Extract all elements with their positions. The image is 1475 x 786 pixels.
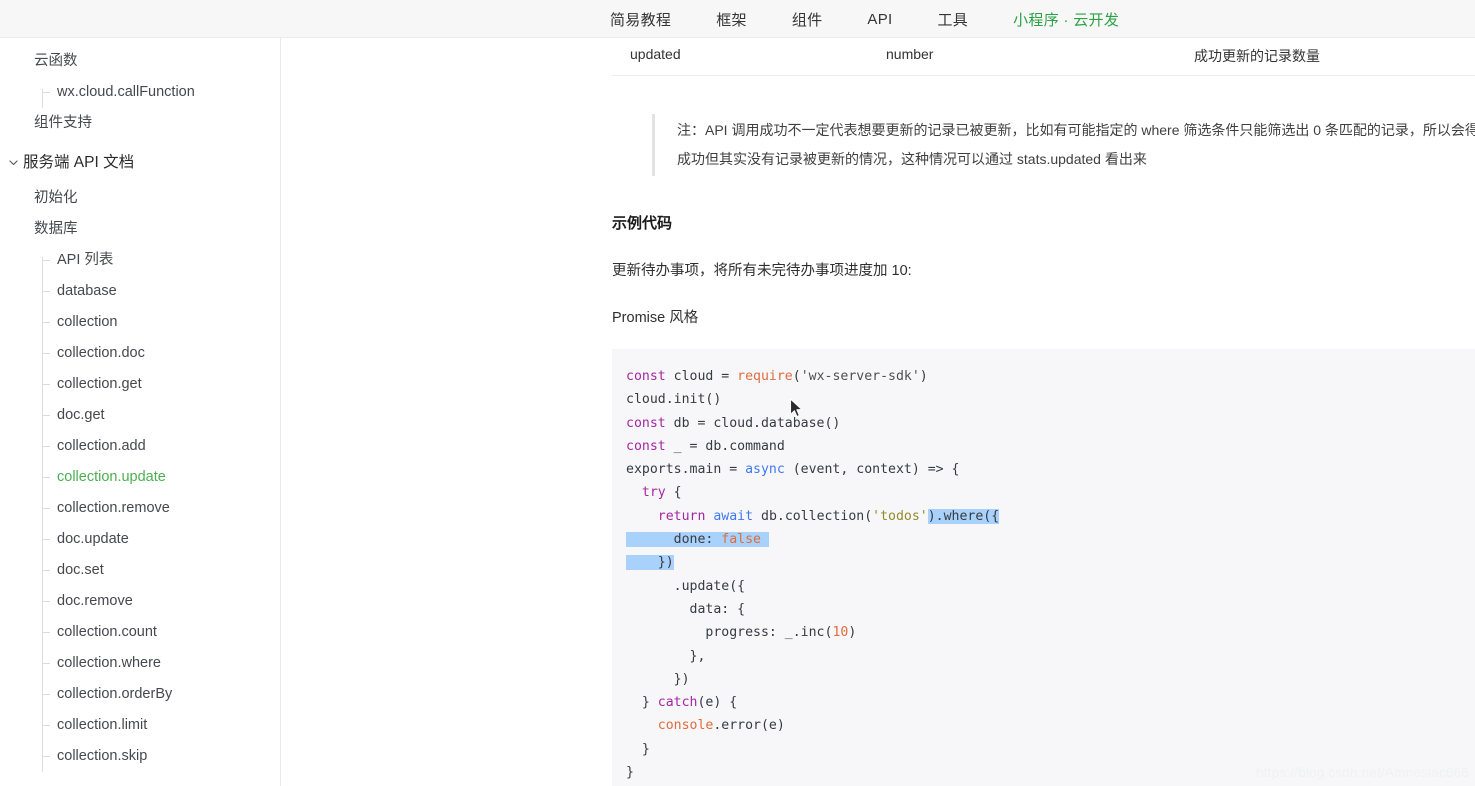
sidebar-item-label: collection.count bbox=[57, 624, 157, 640]
nav-item-api[interactable]: API bbox=[867, 11, 892, 28]
sidebar-item-wx-cloud-callfunction[interactable]: wx.cloud.callFunction bbox=[0, 77, 280, 108]
sidebar-item-doc-set[interactable]: doc.set bbox=[0, 555, 280, 586]
note-line-2: 成功但其实没有记录被更新的情况，这种情况可以通过 stats.updated 看… bbox=[677, 151, 1147, 167]
code-content[interactable]: const cloud = require('wx-server-sdk') c… bbox=[626, 365, 1475, 784]
nav-item-tools[interactable]: 工具 bbox=[938, 9, 969, 30]
return-value-table: updated number 成功更新的记录数量 bbox=[612, 38, 1475, 76]
paragraph-promise-style: Promise 风格 bbox=[612, 310, 699, 326]
sidebar-item-collection-add[interactable]: collection.add bbox=[0, 431, 280, 462]
sidebar-item-label: collection.get bbox=[57, 376, 142, 392]
code-block[interactable]: const cloud = require('wx-server-sdk') c… bbox=[612, 349, 1475, 786]
sidebar-item-label: collection.doc bbox=[57, 345, 145, 361]
sidebar-item-collection[interactable]: collection bbox=[0, 307, 280, 338]
sidebar-item-label: doc.set bbox=[57, 562, 104, 578]
sidebar-item-label: collection.where bbox=[57, 655, 161, 671]
sidebar-item-collection-get[interactable]: collection.get bbox=[0, 369, 280, 400]
table-cell-type: number bbox=[868, 38, 1176, 76]
top-navigation: 简易教程 框架 组件 API 工具 小程序 · 云开发 bbox=[610, 0, 1119, 38]
sidebar-item-label: collection.orderBy bbox=[57, 686, 173, 702]
sidebar-item-label: 云函数 bbox=[34, 53, 78, 69]
section-heading-sample-code: 示例代码 bbox=[612, 215, 673, 232]
sidebar-item-doc-update[interactable]: doc.update bbox=[0, 524, 280, 555]
nav-item-framework[interactable]: 框架 bbox=[716, 9, 747, 30]
sidebar-item-collection-orderby[interactable]: collection.orderBy bbox=[0, 679, 280, 710]
doc-article: updated number 成功更新的记录数量 注：API 调用成功不一定代表… bbox=[612, 38, 1475, 786]
sidebar-item-label: doc.get bbox=[57, 407, 105, 423]
table-cell-description: 成功更新的记录数量 bbox=[1176, 38, 1475, 76]
sidebar-item-collection-limit[interactable]: collection.limit bbox=[0, 710, 280, 741]
sidebar-item-label: 组件支持 bbox=[34, 115, 92, 131]
table-cell-field: updated bbox=[612, 38, 868, 76]
sidebar-item-collection-skip[interactable]: collection.skip bbox=[0, 741, 280, 772]
note-line-1: 注：API 调用成功不一定代表想要更新的记录已被更新，比如有可能指定的 wher… bbox=[677, 122, 1475, 138]
nav-item-cloud-dev[interactable]: 小程序 · 云开发 bbox=[1013, 9, 1119, 30]
sidebar-item-label: collection.add bbox=[57, 438, 146, 454]
sidebar-item-database-api[interactable]: database bbox=[0, 276, 280, 307]
sidebar-item-label: 数据库 bbox=[34, 221, 78, 237]
note-blockquote: 注：API 调用成功不一定代表想要更新的记录已被更新，比如有可能指定的 wher… bbox=[652, 114, 1475, 176]
sidebar-item-api-list[interactable]: API 列表 bbox=[0, 245, 280, 276]
sidebar-item-label: collection.limit bbox=[57, 717, 148, 733]
sidebar-item-database[interactable]: 数据库 bbox=[0, 214, 280, 245]
sidebar-item-doc-get[interactable]: doc.get bbox=[0, 400, 280, 431]
chevron-down-icon bbox=[7, 147, 19, 178]
sidebar-item-cloud-function[interactable]: 云函数 bbox=[0, 46, 280, 77]
main-content: updated number 成功更新的记录数量 注：API 调用成功不一定代表… bbox=[282, 38, 1475, 786]
sidebar-item-component-support[interactable]: 组件支持 bbox=[0, 108, 280, 139]
sidebar-item-collection-doc[interactable]: collection.doc bbox=[0, 338, 280, 369]
sidebar-item-label: 初始化 bbox=[34, 190, 78, 206]
nav-item-components[interactable]: 组件 bbox=[792, 9, 823, 30]
sidebar-item-collection-update[interactable]: collection.update bbox=[0, 462, 280, 493]
sidebar-item-label: collection.skip bbox=[57, 748, 148, 764]
sidebar-item-label: doc.update bbox=[57, 531, 129, 547]
sidebar-item-label: collection.remove bbox=[57, 500, 170, 516]
top-header-bar: 简易教程 框架 组件 API 工具 小程序 · 云开发 bbox=[0, 0, 1475, 38]
sidebar-item-collection-count[interactable]: collection.count bbox=[0, 617, 280, 648]
sidebar-item-doc-remove[interactable]: doc.remove bbox=[0, 586, 280, 617]
sidebar-item-collection-remove[interactable]: collection.remove bbox=[0, 493, 280, 524]
sidebar-item-label: collection.update bbox=[57, 469, 166, 485]
sidebar: 云函数 wx.cloud.callFunction 组件支持 服务端 API 文… bbox=[0, 38, 281, 786]
sidebar-item-collection-where[interactable]: collection.where bbox=[0, 648, 280, 679]
sidebar-item-label: doc.remove bbox=[57, 593, 133, 609]
sidebar-item-label: database bbox=[57, 283, 117, 299]
sidebar-section-label: 服务端 API 文档 bbox=[23, 154, 135, 171]
nav-item-tutorial[interactable]: 简易教程 bbox=[610, 9, 671, 30]
sidebar-item-init[interactable]: 初始化 bbox=[0, 183, 280, 214]
sidebar-item-label: collection bbox=[57, 314, 118, 330]
sidebar-item-label: wx.cloud.callFunction bbox=[57, 84, 195, 100]
watermark: https://blog.csdn.net/Amnesiac666 bbox=[1256, 765, 1469, 780]
sidebar-nav-list: 云函数 wx.cloud.callFunction 组件支持 服务端 API 文… bbox=[0, 38, 280, 772]
paragraph-description: 更新待办事项，将所有未完待办事项进度加 10: bbox=[612, 263, 912, 279]
sidebar-item-label: API 列表 bbox=[57, 252, 114, 268]
sidebar-section-server-api-docs[interactable]: 服务端 API 文档 bbox=[0, 147, 280, 178]
table-row: updated number 成功更新的记录数量 bbox=[612, 38, 1475, 76]
